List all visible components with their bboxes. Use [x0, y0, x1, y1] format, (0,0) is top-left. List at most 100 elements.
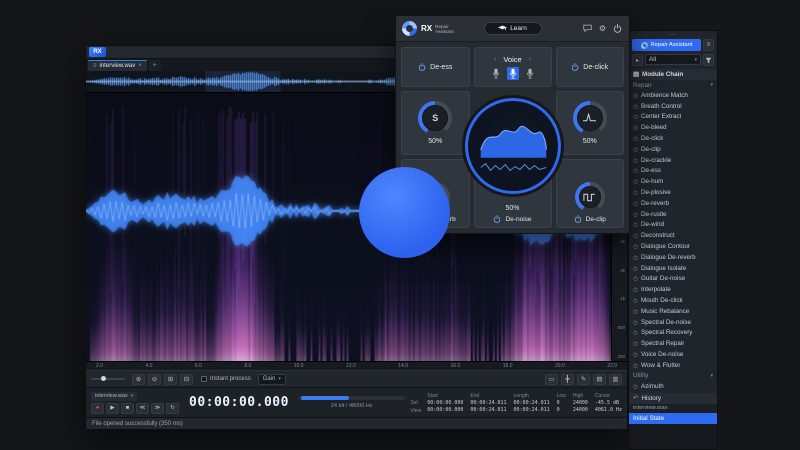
zoom-out-h-icon[interactable]: ⊖ — [148, 374, 161, 385]
learn-button[interactable]: Learn — [484, 22, 542, 35]
module-power-icon[interactable] — [633, 384, 638, 389]
section-utility[interactable]: Utility ▾ — [629, 371, 717, 381]
mic-voice-icon[interactable] — [507, 67, 519, 80]
module-power-icon[interactable] — [633, 363, 638, 368]
module-item[interactable]: De-plosive — [629, 187, 717, 198]
module-item[interactable]: Interpolate — [629, 284, 717, 295]
voice-next-icon[interactable]: › — [529, 56, 531, 63]
tab-interview-wav[interactable]: ≡ interview.wav × — [88, 60, 147, 71]
module-power-icon[interactable] — [633, 233, 638, 238]
brush-tool-icon[interactable]: ✎ — [577, 374, 590, 385]
zoom-out-v-icon[interactable]: ⊟ — [180, 374, 193, 385]
history-item[interactable]: Initial State — [629, 413, 717, 424]
power-icon[interactable] — [612, 23, 623, 34]
module-power-icon[interactable] — [633, 201, 638, 206]
module-chain-header[interactable]: ▤ Module Chain — [629, 69, 717, 80]
module-item[interactable]: De-rustle — [629, 209, 717, 220]
history-header[interactable]: ↶ History — [629, 393, 717, 404]
module-item[interactable]: Dialogue De-reverb — [629, 252, 717, 263]
section-repair[interactable]: Repair ▾ — [629, 80, 717, 90]
module-item[interactable]: Spectral De-noise — [629, 317, 717, 328]
spectrogram-view-icon[interactable]: ▥ — [609, 374, 622, 385]
module-item[interactable]: De-ess — [629, 166, 717, 177]
slider-thumb[interactable] — [101, 376, 106, 381]
knob-ring[interactable] — [575, 182, 605, 212]
module-power-icon[interactable] — [633, 352, 638, 357]
module-power-icon[interactable] — [633, 330, 638, 335]
module-power-icon[interactable] — [633, 114, 638, 119]
preview-icon[interactable]: ▸ — [632, 54, 643, 66]
module-item[interactable]: Deconstruct — [629, 230, 717, 241]
de-ess-module[interactable]: De-ess — [401, 47, 470, 87]
filter-icon[interactable] — [703, 54, 714, 66]
module-power-icon[interactable] — [633, 287, 638, 292]
feedback-icon[interactable] — [582, 23, 593, 34]
power-icon[interactable] — [571, 63, 579, 71]
module-power-icon[interactable] — [633, 222, 638, 227]
module-item[interactable]: Mouth De-click — [629, 295, 717, 306]
play-button[interactable]: ▶ — [106, 403, 119, 414]
module-item[interactable]: Guitar De-noise — [629, 274, 717, 285]
de-ess-amount-knob[interactable]: S 50% — [401, 91, 470, 155]
monitor-level-slider[interactable] — [91, 378, 125, 380]
timeline-scrollbar[interactable] — [299, 396, 405, 400]
module-item[interactable]: Dialogue Isolate — [629, 263, 717, 274]
module-item[interactable]: De-click — [629, 133, 717, 144]
zoom-in-h-icon[interactable]: ⊕ — [132, 374, 145, 385]
module-item[interactable]: De-crackle — [629, 155, 717, 166]
record-button[interactable]: ● — [91, 403, 104, 414]
module-item[interactable]: Music Rebalance — [629, 306, 717, 317]
module-power-icon[interactable] — [633, 298, 638, 303]
de-click-amount-knob[interactable]: 50% — [556, 91, 625, 155]
module-item[interactable]: Ambience Match — [629, 90, 717, 101]
waveform-view-icon[interactable]: ▤ — [593, 374, 606, 385]
file-selector[interactable]: interview.wav ▾ — [91, 392, 137, 401]
stop-button[interactable]: ■ — [121, 403, 134, 414]
forward-button[interactable]: ≫ — [151, 403, 164, 414]
power-icon[interactable] — [418, 63, 426, 71]
module-power-icon[interactable] — [633, 341, 638, 346]
rewind-button[interactable]: ≪ — [136, 403, 149, 414]
settings-gear-icon[interactable]: ⚙ — [597, 23, 608, 34]
module-item[interactable]: Breath Control — [629, 101, 717, 112]
module-power-icon[interactable] — [633, 266, 638, 271]
module-power-icon[interactable] — [633, 147, 638, 152]
new-tab-button[interactable]: + — [149, 60, 161, 71]
module-power-icon[interactable] — [633, 320, 638, 325]
module-power-icon[interactable] — [633, 212, 638, 217]
module-item[interactable]: De-hum — [629, 176, 717, 187]
repair-assistant-button[interactable]: Repair Assistant — [632, 39, 701, 51]
module-power-icon[interactable] — [633, 168, 638, 173]
module-power-icon[interactable] — [633, 179, 638, 184]
tab-close-icon[interactable]: × — [138, 63, 142, 69]
de-clip-module[interactable]: De-clip — [556, 159, 625, 228]
tab-menu-icon[interactable]: ≡ — [93, 63, 97, 69]
category-filter-dropdown[interactable]: All ▾ — [645, 54, 701, 65]
module-item[interactable]: De-reverb — [629, 198, 717, 209]
module-power-icon[interactable] — [633, 125, 638, 130]
module-power-icon[interactable] — [633, 309, 638, 314]
module-power-icon[interactable] — [633, 158, 638, 163]
zoom-in-v-icon[interactable]: ⊞ — [164, 374, 177, 385]
loop-button[interactable]: ↻ — [166, 403, 179, 414]
knob-ring[interactable] — [573, 101, 607, 135]
panel-grip[interactable]: ⋯ — [629, 31, 717, 38]
module-item[interactable]: Spectral Repair — [629, 338, 717, 349]
mic-dialogue-icon[interactable] — [490, 67, 502, 80]
instant-process-checkbox[interactable] — [201, 376, 207, 382]
instant-process-toggle[interactable]: Instant process — [201, 376, 251, 382]
knob-ring[interactable]: S — [418, 101, 452, 135]
voice-prev-icon[interactable]: ‹ — [494, 56, 496, 63]
module-power-icon[interactable] — [633, 255, 638, 260]
module-item[interactable]: Center Extract — [629, 112, 717, 123]
module-power-icon[interactable] — [633, 93, 638, 98]
gain-dropdown[interactable]: Gain ▾ — [258, 374, 286, 385]
power-icon[interactable] — [493, 215, 501, 223]
module-item[interactable]: Dialogue Contour — [629, 241, 717, 252]
selection-tool-icon[interactable]: ▭ — [545, 374, 558, 385]
module-power-icon[interactable] — [633, 190, 638, 195]
mic-sing-icon[interactable] — [524, 67, 536, 80]
module-item[interactable]: De-clip — [629, 144, 717, 155]
module-item[interactable]: Spectral Recovery — [629, 328, 717, 339]
scrollbar-thumb[interactable] — [301, 396, 349, 400]
